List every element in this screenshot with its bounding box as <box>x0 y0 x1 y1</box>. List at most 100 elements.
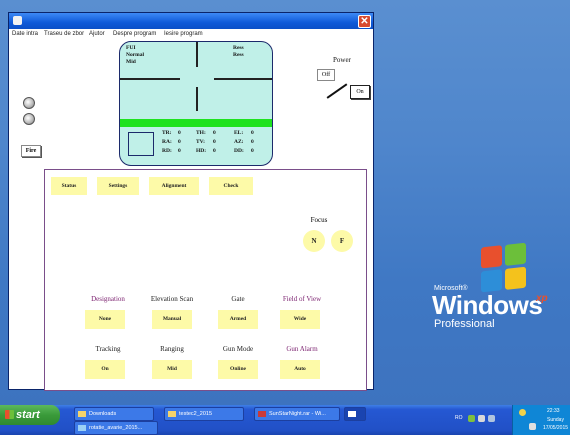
clock-time[interactable]: 22:33 <box>547 408 560 414</box>
gate-button[interactable]: Armed <box>218 310 258 329</box>
task-label: testec2_2015 <box>179 411 213 417</box>
hud-mode-1: FUI <box>126 45 136 51</box>
network-icon[interactable] <box>468 415 475 422</box>
crosshair-bottom <box>196 87 198 111</box>
windows-flag-icon <box>5 410 14 419</box>
knob-lower[interactable] <box>23 113 35 125</box>
tracking-label: Tracking <box>95 345 121 353</box>
hud-mode-2: Normal <box>126 52 145 58</box>
readout-label: RD: <box>162 148 172 154</box>
designation-label: Designation <box>91 295 125 303</box>
menu-bar: Date intra Traseu de zbor Ajutor Despre … <box>9 29 373 41</box>
readout-value: 0 <box>213 139 216 145</box>
readout-value: 0 <box>251 130 254 136</box>
start-label: start <box>16 409 40 421</box>
gun-alarm-label: Gun Alarm <box>286 345 318 353</box>
notification-icon[interactable] <box>519 409 526 416</box>
field-of-view-button[interactable]: Wide <box>280 310 320 329</box>
hud-right-2: Ress <box>233 52 244 58</box>
ranging-button[interactable]: Mid <box>152 360 192 379</box>
hud-right-1: Ress <box>233 45 244 51</box>
power-label: Power <box>333 56 351 64</box>
hud-status-band <box>120 119 272 127</box>
ranging-label: Ranging <box>160 345 184 353</box>
logo-edition: Professional <box>434 318 495 330</box>
check-button[interactable]: Check <box>209 177 253 195</box>
gun-mode-label: Gun Mode <box>222 345 254 353</box>
focus-near-button[interactable]: N <box>303 230 325 252</box>
task-downloads[interactable]: Downloads <box>74 407 154 421</box>
readout-value: 0 <box>251 148 254 154</box>
focus-label: Focus <box>310 216 328 224</box>
readout-label: AZ: <box>234 139 244 145</box>
start-button[interactable]: start <box>0 405 60 425</box>
gun-alarm-button[interactable]: Auto <box>280 360 320 379</box>
folder-icon <box>168 411 176 417</box>
hud-sub-display <box>128 132 154 156</box>
menu-iesire-program[interactable]: Iesire program <box>164 31 203 37</box>
menu-date-intra[interactable]: Date intra <box>12 31 38 37</box>
system-tray: 22:33 Sunday 17/05/2015 <box>512 405 570 435</box>
task-active-app[interactable] <box>344 407 366 421</box>
hud-mode-3: Mid <box>126 59 136 65</box>
status-button[interactable]: Status <box>51 177 87 195</box>
readout-label: TR: <box>162 130 172 136</box>
crosshair-left <box>120 78 180 80</box>
app-icon <box>78 425 86 431</box>
safely-remove-icon[interactable] <box>488 415 495 422</box>
logo-windows: Windows <box>432 290 543 320</box>
task-sunstarnight[interactable]: SunStarNight.rar - Wi... <box>254 407 340 421</box>
archive-icon <box>258 411 266 417</box>
readout-value: 0 <box>178 139 181 145</box>
clock-day: Sunday <box>547 417 564 423</box>
crosshair-right <box>214 78 272 80</box>
language-indicator[interactable]: RO <box>455 415 463 421</box>
readout-value: 0 <box>178 130 181 136</box>
windows-flag-icon <box>481 242 527 294</box>
tracking-button[interactable]: On <box>85 360 125 379</box>
menu-despre-program[interactable]: Despre program <box>113 31 156 37</box>
elevation-scan-button[interactable]: Manual <box>152 310 192 329</box>
app-icon <box>348 411 356 417</box>
windows-xp-logo: Microsoft® Windows xp Professional <box>428 242 558 335</box>
designation-button[interactable]: None <box>85 310 125 329</box>
menu-ajutor[interactable]: Ajutor <box>89 31 105 37</box>
knob-upper[interactable] <box>23 97 35 109</box>
field-of-view-label: Field of View <box>282 295 322 303</box>
power-on-button[interactable]: On <box>350 85 370 99</box>
logo-xp: xp <box>536 293 548 304</box>
task-testec2[interactable]: testec2_2015 <box>164 407 244 421</box>
close-button[interactable]: ✕ <box>358 15 371 28</box>
title-bar[interactable]: ✕ <box>9 13 373 29</box>
readout-label: EL: <box>234 130 244 136</box>
readout-label: TH: <box>196 130 206 136</box>
crosshair-top <box>196 42 198 67</box>
app-window: ✕ Date intra Traseu de zbor Ajutor Despr… <box>8 12 374 391</box>
clock-date: 17/05/2015 <box>543 425 569 431</box>
elevation-scan-label: Elevation Scan <box>150 295 194 303</box>
app-icon <box>13 16 22 25</box>
settings-button[interactable]: Settings <box>97 177 139 195</box>
task-label: rotatie_avarie_2015... <box>89 425 143 431</box>
gate-label: Gate <box>231 295 245 303</box>
volume-icon[interactable] <box>478 415 485 422</box>
task-rotatie-avarie[interactable]: rotatie_avarie_2015... <box>74 421 158 435</box>
power-switch-lever <box>326 83 348 99</box>
readout-label: RA: <box>162 139 172 145</box>
alignment-button[interactable]: Alignment <box>149 177 199 195</box>
readout-label: DD: <box>234 148 244 154</box>
readout-value: 0 <box>213 148 216 154</box>
control-panel: Status Settings Alignment Check Focus N … <box>44 169 367 391</box>
task-label: Downloads <box>89 411 117 417</box>
readout-value: 0 <box>178 148 181 154</box>
menu-traseu-de-zbor[interactable]: Traseu de zbor <box>44 31 84 37</box>
taskbar: start Downloads testec2_2015 SunStarNigh… <box>0 405 570 435</box>
fire-button[interactable]: Fire <box>21 145 41 157</box>
hud-display: FUI Normal Mid Ress Ress TR: 0 TH: 0 EL:… <box>119 41 273 166</box>
readout-label: HD: <box>196 148 207 154</box>
folder-icon <box>78 411 86 417</box>
power-off-button[interactable]: Off <box>317 69 335 81</box>
gun-mode-button[interactable]: Online <box>218 360 258 379</box>
tray-app-icon[interactable] <box>529 423 536 430</box>
focus-far-button[interactable]: F <box>331 230 353 252</box>
